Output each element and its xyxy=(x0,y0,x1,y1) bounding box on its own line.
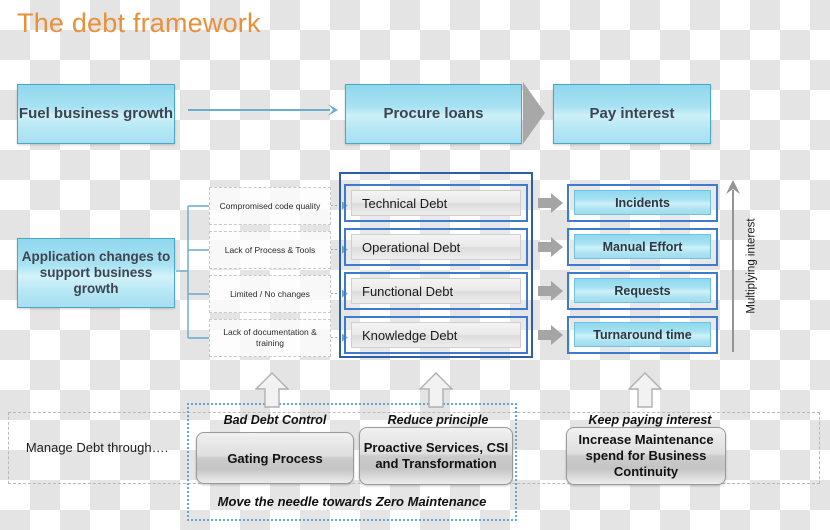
zero-maintenance-footer: Move the needle towards Zero Maintenance xyxy=(217,494,487,509)
driver-box-application-changes[interactable]: Application changes to support business … xyxy=(17,238,175,308)
cause-label: Limited / No changes xyxy=(209,275,331,313)
page-title: The debt framework xyxy=(17,8,261,38)
up-arrow-icon xyxy=(419,372,453,408)
cause-label: Compromised code quality xyxy=(209,187,331,225)
flow-box-fuel-business-growth[interactable]: Fuel business growth xyxy=(17,84,175,144)
right-arrow-icon xyxy=(538,237,563,257)
outcome-box-manual-effort[interactable]: Manual Effort xyxy=(574,234,711,259)
remedy-action-gating-process[interactable]: Gating Process xyxy=(196,432,354,484)
debt-label: Functional Debt xyxy=(362,283,454,299)
remedy-action-increase-maintenance[interactable]: Increase Maintenance spend for Business … xyxy=(566,427,726,485)
remedy-action-proactive-services[interactable]: Proactive Services, CSI and Transformati… xyxy=(359,427,513,485)
remedy-action-label: Gating Process xyxy=(227,450,323,466)
diagram-canvas: The debt framework Fuel business growth … xyxy=(0,0,830,530)
debt-label: Knowledge Debt xyxy=(362,327,458,343)
cause-label: Lack of Process & Tools xyxy=(209,231,331,269)
debt-box-technical[interactable]: Technical Debt xyxy=(351,190,521,216)
cause-text: Lack of Process & Tools xyxy=(224,244,316,255)
outcome-box-requests[interactable]: Requests xyxy=(574,278,711,303)
up-arrow-icon xyxy=(726,180,740,352)
flow-box-label: Fuel business growth xyxy=(18,105,174,122)
debt-box-functional[interactable]: Functional Debt xyxy=(351,278,521,304)
right-arrow-icon xyxy=(188,104,338,116)
right-arrow-icon xyxy=(538,281,563,301)
remedy-action-label: Increase Maintenance spend for Business … xyxy=(578,432,714,479)
remedy-caption: Reduce principle xyxy=(387,413,489,427)
right-arrow-icon xyxy=(538,325,563,345)
flow-box-procure-loans[interactable]: Procure loans xyxy=(345,84,522,144)
outcome-label: Requests xyxy=(614,283,671,298)
flow-box-label: Procure loans xyxy=(383,105,484,122)
debt-label: Technical Debt xyxy=(362,195,448,211)
remedy-action-label: Proactive Services, CSI and Transformati… xyxy=(363,440,509,471)
flow-box-label: Pay interest xyxy=(589,105,675,122)
outcome-label: Turnaround time xyxy=(593,327,692,342)
manage-debt-text: Manage Debt through…. xyxy=(25,440,169,455)
cause-text: Lack of documentation & training xyxy=(223,327,317,348)
up-arrow-icon xyxy=(628,372,662,408)
outcome-label: Incidents xyxy=(615,195,670,210)
right-chevron-icon xyxy=(523,82,545,144)
cause-label: Lack of documentation & training xyxy=(209,319,331,357)
outcome-label: Manual Effort xyxy=(602,239,683,254)
driver-box-label: Application changes to support business … xyxy=(21,249,171,296)
manage-debt-label: Manage Debt through…. xyxy=(22,428,172,468)
debt-box-operational[interactable]: Operational Debt xyxy=(351,234,521,260)
right-arrow-icon xyxy=(538,193,563,213)
remedy-caption: Bad Debt Control xyxy=(223,413,327,427)
debt-label: Operational Debt xyxy=(362,239,461,255)
outcome-box-turnaround-time[interactable]: Turnaround time xyxy=(574,322,711,347)
outcome-box-incidents[interactable]: Incidents xyxy=(574,190,711,215)
remedy-caption: Keep paying interest xyxy=(588,413,712,427)
cause-text: Compromised code quality xyxy=(219,200,321,211)
flow-box-pay-interest[interactable]: Pay interest xyxy=(553,84,711,144)
multiplying-interest-label: Multiplying interest xyxy=(740,180,764,352)
debt-box-knowledge[interactable]: Knowledge Debt xyxy=(351,322,521,348)
cause-text: Limited / No changes xyxy=(230,288,310,299)
up-arrow-icon xyxy=(255,372,289,408)
multiplying-interest-text: Multiplying interest xyxy=(746,218,759,314)
